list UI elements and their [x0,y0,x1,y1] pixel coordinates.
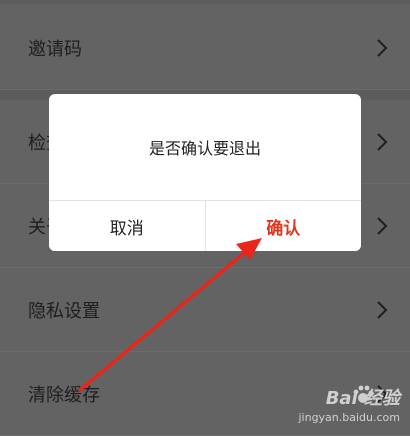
watermark-brand: Bai 经验 [325,388,400,409]
watermark-url: jingyan.baidu.com [298,411,400,424]
annotation-arrow-icon [78,238,262,392]
baidu-jingyan-watermark: Bai 经验 jingyan.baidu.com [280,384,400,424]
